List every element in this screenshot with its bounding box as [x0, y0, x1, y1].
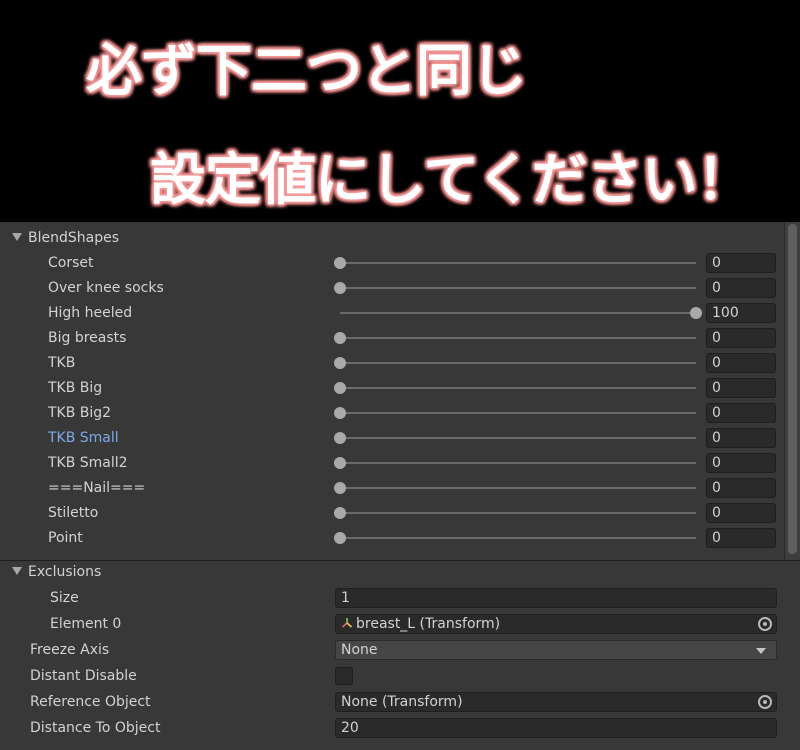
- blendshape-label: Big breasts: [48, 330, 127, 346]
- slider-thumb[interactable]: [334, 407, 346, 419]
- object-picker-icon[interactable]: [758, 695, 772, 709]
- element0-value: breast_L (Transform): [356, 616, 501, 632]
- slider-track[interactable]: [340, 287, 696, 289]
- distant-disable-checkbox[interactable]: [335, 667, 353, 685]
- distance-to-object-label: Distance To Object: [30, 720, 161, 736]
- blendshape-value-field[interactable]: 0: [706, 403, 776, 423]
- slider-thumb[interactable]: [334, 257, 346, 269]
- blendshape-label: TKB Small: [48, 430, 119, 446]
- freeze-axis-dropdown[interactable]: None: [335, 640, 777, 660]
- blendshape-label: Stiletto: [48, 505, 99, 521]
- reference-object-label: Reference Object: [30, 694, 151, 710]
- object-picker-icon[interactable]: [758, 617, 772, 631]
- slider-thumb[interactable]: [334, 507, 346, 519]
- blendshape-value-field[interactable]: 0: [706, 328, 776, 348]
- blendshape-row: Corset 0: [0, 251, 785, 275]
- exclusions-element0-row: Element 0 breast_L (Transform): [0, 612, 785, 636]
- blendshape-label: TKB Big2: [48, 405, 112, 421]
- slider-track[interactable]: [340, 412, 696, 414]
- blendshape-row: TKB Small 0: [0, 426, 785, 450]
- blendshape-value-field[interactable]: 100: [706, 303, 776, 323]
- foldout-arrow-icon: [12, 567, 22, 575]
- blendshape-value-field[interactable]: 0: [706, 528, 776, 548]
- blendshape-label: Point: [48, 530, 83, 546]
- slider-thumb[interactable]: [334, 282, 346, 294]
- slider-thumb[interactable]: [334, 457, 346, 469]
- slider-track[interactable]: [340, 262, 696, 264]
- inspector-panel: BlendShapes Corset 0 Over knee socks 0 High …: [0, 222, 800, 750]
- reference-object-value: None (Transform): [341, 694, 463, 710]
- slider-track[interactable]: [340, 487, 696, 489]
- slider-track[interactable]: [340, 362, 696, 364]
- exclusions-title: Exclusions: [28, 564, 102, 580]
- distance-to-object-row: Distance To Object 20: [0, 716, 785, 740]
- slider-thumb[interactable]: [334, 357, 346, 369]
- blendshape-row: ===Nail=== 0: [0, 476, 785, 500]
- slider-thumb[interactable]: [690, 307, 702, 319]
- blendshape-label: Over knee socks: [48, 280, 164, 296]
- distant-disable-label: Distant Disable: [30, 668, 137, 684]
- blendshape-row: High heeled 100: [0, 301, 785, 325]
- blendshape-value-field[interactable]: 0: [706, 503, 776, 523]
- scrollbar[interactable]: [784, 222, 800, 560]
- blendshapes-title: BlendShapes: [28, 230, 119, 246]
- foldout-arrow-icon: [12, 233, 22, 241]
- reference-object-field[interactable]: None (Transform): [335, 692, 777, 712]
- slider-thumb[interactable]: [334, 482, 346, 494]
- scrollbar-thumb[interactable]: [788, 224, 797, 554]
- distance-to-object-field[interactable]: 20: [335, 718, 777, 738]
- blendshape-label: TKB Big: [48, 380, 103, 396]
- slider-track[interactable]: [340, 387, 696, 389]
- blendshape-value-field[interactable]: 0: [706, 428, 776, 448]
- distant-disable-row: Distant Disable: [0, 664, 785, 688]
- size-field[interactable]: 1: [335, 588, 777, 608]
- slider-track[interactable]: [340, 512, 696, 514]
- blendshape-row: Big breasts 0: [0, 326, 785, 350]
- blendshape-label: TKB Small2: [48, 455, 128, 471]
- blendshape-row: Point 0: [0, 526, 785, 550]
- blendshape-row: Over knee socks 0: [0, 276, 785, 300]
- freeze-axis-row: Freeze Axis None: [0, 638, 785, 662]
- size-label: Size: [50, 590, 79, 606]
- banner-line-2: 設定値にしてください！: [150, 148, 753, 213]
- blendshape-value-field[interactable]: 0: [706, 353, 776, 373]
- blendshape-value-field[interactable]: 0: [706, 253, 776, 273]
- instruction-banner: 必ず下二つと同じ 設定値にしてください！: [0, 0, 800, 222]
- blendshapes-foldout[interactable]: BlendShapes: [0, 226, 785, 250]
- element0-object-field[interactable]: breast_L (Transform): [335, 614, 777, 634]
- slider-track[interactable]: [340, 437, 696, 439]
- slider-thumb[interactable]: [334, 432, 346, 444]
- blendshape-value-field[interactable]: 0: [706, 478, 776, 498]
- slider-track[interactable]: [340, 337, 696, 339]
- blendshape-label: High heeled: [48, 305, 133, 321]
- slider-thumb[interactable]: [334, 382, 346, 394]
- blendshape-value-field[interactable]: 0: [706, 378, 776, 398]
- blendshape-value-field[interactable]: 0: [706, 278, 776, 298]
- blendshape-row: TKB Small2 0: [0, 451, 785, 475]
- slider-thumb[interactable]: [334, 332, 346, 344]
- slider-thumb[interactable]: [334, 532, 346, 544]
- banner-line-1: 必ず下二つと同じ: [86, 39, 527, 104]
- blendshape-row: TKB Big2 0: [0, 401, 785, 425]
- exclusions-foldout[interactable]: Exclusions: [0, 560, 785, 584]
- freeze-axis-label: Freeze Axis: [30, 642, 110, 658]
- reference-object-row: Reference Object None (Transform): [0, 690, 785, 714]
- freeze-axis-value: None: [341, 642, 378, 658]
- chevron-down-icon: [756, 648, 766, 654]
- transform-icon: [341, 618, 353, 628]
- element0-label: Element 0: [50, 616, 122, 632]
- slider-track[interactable]: [340, 312, 696, 314]
- blendshape-label: Corset: [48, 255, 94, 271]
- slider-track[interactable]: [340, 462, 696, 464]
- blendshape-row: TKB 0: [0, 351, 785, 375]
- slider-track[interactable]: [340, 537, 696, 539]
- blendshape-row: TKB Big 0: [0, 376, 785, 400]
- blendshape-row: Stiletto 0: [0, 501, 785, 525]
- exclusions-size-row: Size 1: [0, 586, 785, 610]
- blendshape-label: TKB: [48, 355, 76, 371]
- blendshape-label: ===Nail===: [48, 480, 146, 496]
- blendshape-value-field[interactable]: 0: [706, 453, 776, 473]
